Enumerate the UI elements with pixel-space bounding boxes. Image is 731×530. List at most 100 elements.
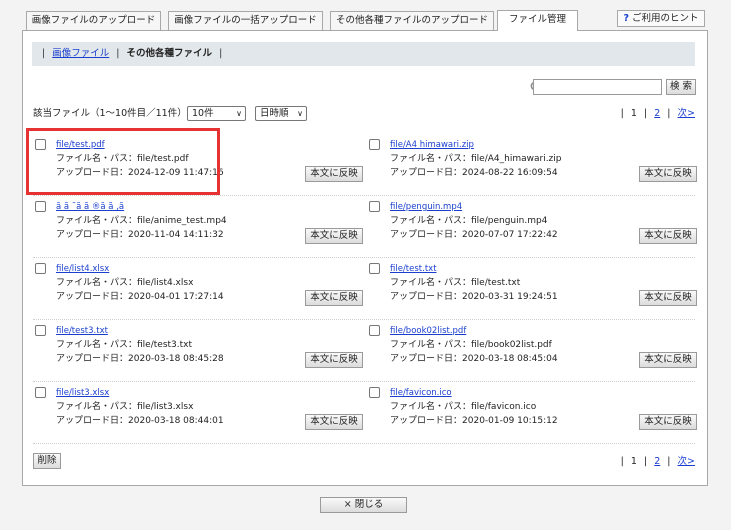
path-label: ファイル名・パス：	[390, 278, 472, 288]
path-value: file/favicon.ico	[471, 402, 537, 412]
row-divider	[33, 381, 695, 382]
pager-separator: |	[620, 456, 624, 467]
date-label: アップロード日：	[56, 230, 129, 240]
path-label: ファイル名・パス：	[56, 216, 138, 226]
file-checkbox[interactable]	[369, 325, 380, 336]
date-label: アップロード日：	[390, 416, 463, 426]
file-name-link[interactable]: file/book02list.pdf	[390, 326, 466, 337]
file-item: file/list4.xlsx ファイル名・パス：file/list4.xlsx…	[35, 263, 363, 313]
pager-separator: |	[643, 456, 648, 467]
apply-to-body-button[interactable]: 本文に反映	[639, 166, 697, 182]
tab-image-upload[interactable]: 画像ファイルのアップロード	[26, 11, 161, 30]
apply-to-body-button[interactable]: 本文に反映	[639, 228, 697, 244]
file-name-link[interactable]: file/A4 himawari.zip	[390, 140, 474, 151]
date-value: 2020-03-31 19:24:51	[462, 292, 558, 302]
upload-date: アップロード日：2024-08-22 16:09:54	[390, 168, 558, 179]
subnav-separator: |	[42, 48, 46, 59]
apply-to-body-button[interactable]: 本文に反映	[639, 290, 697, 306]
file-name-link[interactable]: ã ã ˜ã ã ®ã ã ‚ã	[56, 202, 124, 213]
pager-separator: |	[667, 108, 671, 119]
subnav-separator: |	[116, 48, 120, 59]
hint-label: ご利用のヒント	[632, 13, 699, 24]
pager-next[interactable]: 次>	[678, 456, 695, 467]
apply-to-body-button[interactable]: 本文に反映	[305, 228, 363, 244]
apply-to-body-button[interactable]: 本文に反映	[305, 414, 363, 430]
file-checkbox[interactable]	[369, 263, 380, 274]
file-checkbox[interactable]	[35, 263, 46, 274]
row-divider	[33, 257, 695, 258]
upload-date: アップロード日：2020-07-07 17:22:42	[390, 230, 558, 241]
file-name-link[interactable]: file/favicon.ico	[390, 388, 452, 399]
path-value: file/test.txt	[471, 278, 521, 288]
delete-button[interactable]: 削除	[33, 453, 61, 469]
search-button[interactable]: 検 索	[666, 79, 696, 95]
tab-file-management[interactable]: ファイル管理	[497, 10, 578, 31]
pager-page-2[interactable]: 2	[654, 108, 660, 119]
file-checkbox[interactable]	[35, 201, 46, 212]
file-checkbox[interactable]	[369, 387, 380, 398]
file-checkbox[interactable]	[369, 201, 380, 212]
file-path: ファイル名・パス：file/A4_himawari.zip	[390, 154, 562, 165]
pagination-top: | 1 | 2 | 次>	[617, 107, 695, 121]
file-path: ファイル名・パス：file/favicon.ico	[390, 402, 536, 413]
chevron-down-icon: ∨	[297, 109, 303, 118]
path-value: file/test3.txt	[137, 340, 193, 350]
apply-to-body-button[interactable]: 本文に反映	[305, 352, 363, 368]
path-value: file/list4.xlsx	[137, 278, 194, 288]
upload-date: アップロード日：2020-03-18 08:45:04	[390, 354, 558, 365]
close-button[interactable]: × 閉じる	[320, 497, 407, 513]
apply-to-body-button[interactable]: 本文に反映	[639, 352, 697, 368]
file-item: file/penguin.mp4 ファイル名・パス：file/penguin.m…	[369, 201, 697, 251]
row-divider	[33, 195, 695, 196]
sort-select[interactable]: 日時順 ∨	[255, 106, 307, 121]
file-name-link[interactable]: file/list3.xlsx	[56, 388, 109, 399]
search-input[interactable]	[533, 79, 662, 95]
date-label: アップロード日：	[56, 292, 129, 302]
file-checkbox[interactable]	[369, 139, 380, 150]
file-item: file/list3.xlsx ファイル名・パス：file/list3.xlsx…	[35, 387, 363, 437]
date-label: アップロード日：	[56, 354, 129, 364]
tab-other-file-upload[interactable]: その他各種ファイルのアップロード	[330, 11, 494, 30]
file-checkbox[interactable]	[35, 325, 46, 336]
file-checkbox[interactable]	[35, 387, 46, 398]
date-label: アップロード日：	[390, 230, 463, 240]
file-item: file/test3.txt ファイル名・パス：file/test3.txt ア…	[35, 325, 363, 375]
path-value: file/A4_himawari.zip	[471, 154, 562, 164]
hint-button[interactable]: ? ご利用のヒント	[617, 10, 705, 27]
path-value: file/list3.xlsx	[137, 402, 194, 412]
per-page-select[interactable]: 10件 ∨	[187, 106, 246, 121]
subnav-current: その他各種ファイル	[126, 48, 213, 59]
pager-separator: |	[620, 108, 624, 119]
file-name-link[interactable]: file/list4.xlsx	[56, 264, 109, 275]
sub-navigation: | 画像ファイル | その他各種ファイル |	[32, 42, 695, 66]
date-value: 2020-04-01 17:27:14	[128, 292, 224, 302]
path-value: file/penguin.mp4	[471, 216, 548, 226]
subnav-image-files-link[interactable]: 画像ファイル	[52, 48, 109, 59]
apply-to-body-button[interactable]: 本文に反映	[639, 414, 697, 430]
file-path: ファイル名・パス：file/penguin.mp4	[390, 216, 547, 227]
date-label: アップロード日：	[390, 168, 463, 178]
apply-to-body-button[interactable]: 本文に反映	[305, 290, 363, 306]
path-label: ファイル名・パス：	[390, 402, 472, 412]
chevron-down-icon: ∨	[236, 109, 242, 118]
file-path: ファイル名・パス：file/anime_test.mp4	[56, 216, 227, 227]
file-name-link[interactable]: file/test3.txt	[56, 326, 108, 337]
path-label: ファイル名・パス：	[56, 340, 138, 350]
file-path: ファイル名・パス：file/test3.txt	[56, 340, 192, 351]
upload-date: アップロード日：2020-03-18 08:44:01	[56, 416, 224, 427]
path-label: ファイル名・パス：	[390, 340, 472, 350]
upload-date: アップロード日：2020-03-31 19:24:51	[390, 292, 558, 303]
pager-page-2[interactable]: 2	[654, 456, 660, 467]
date-value: 2020-01-09 10:15:12	[462, 416, 558, 426]
pager-next[interactable]: 次>	[678, 108, 695, 119]
question-icon: ?	[623, 13, 629, 24]
file-name-link[interactable]: file/test.txt	[390, 264, 437, 275]
apply-to-body-button[interactable]: 本文に反映	[305, 166, 363, 182]
file-item: ã ã ˜ã ã ®ã ã ‚ã ファイル名・パス：file/anime_tes…	[35, 201, 363, 251]
date-label: アップロード日：	[56, 416, 129, 426]
date-value: 2020-07-07 17:22:42	[462, 230, 558, 240]
file-name-link[interactable]: file/penguin.mp4	[390, 202, 462, 213]
date-value: 2020-03-18 08:45:04	[462, 354, 558, 364]
per-page-value: 10件	[192, 108, 214, 119]
tab-image-bulk-upload[interactable]: 画像ファイルの一括アップロード	[168, 11, 323, 30]
